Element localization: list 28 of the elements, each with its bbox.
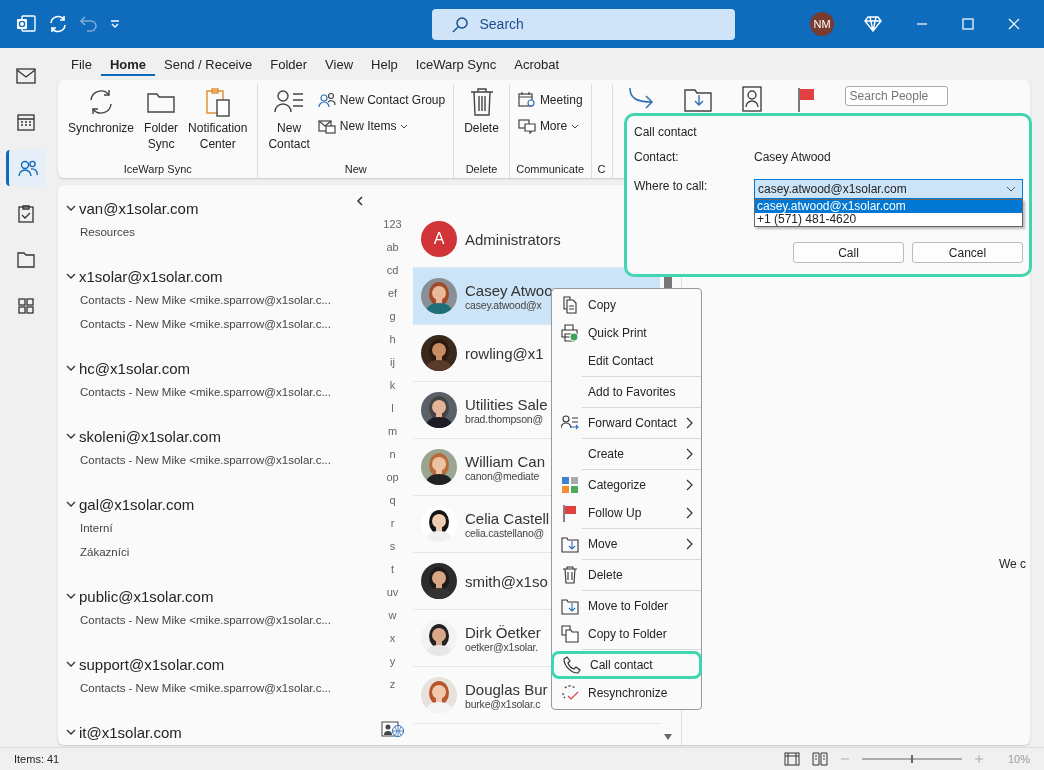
contact-email: canon@mediate [465,469,541,482]
contact-name: Celia Castell [465,509,550,527]
contact-name: William Can [465,452,545,470]
group-label: Communicate [516,163,585,177]
dialog-title: Call contact [634,125,698,141]
contact-name: Casey Atwood [754,150,831,166]
contact-email: celia.castellano@ [465,526,546,539]
contact-name: rowling@x1 [465,344,544,362]
contact-initial-avatar: A [421,221,457,257]
contact-name: Administrators [465,230,561,248]
contact-name: Douglas Bur [465,680,548,698]
group-label: New [344,163,367,177]
contact-email: casey.atwood@x [465,298,543,311]
group-label: Delete [465,163,498,177]
field-label: Where to call: [634,179,709,195]
contact-email: brad.thompson@ [465,412,544,425]
group-label: C [597,163,606,177]
contact-name: Casey Atwoo [465,281,553,299]
contact-email: oetker@x1solar. [465,640,540,653]
item-count: Items: 41 [13,753,60,765]
group-label: IceWarp Sync [123,163,192,177]
zoom-level: 10% [1007,753,1030,765]
contact-name: Utilities Sale [465,395,548,413]
contact-email: burke@x1solar.c [465,697,542,710]
contact-name: Dirk Öetker [465,623,541,641]
field-label: Contact: [634,150,680,166]
reading-pane-text: We c [999,557,1027,571]
contact-name: smith@x1so [465,572,548,590]
